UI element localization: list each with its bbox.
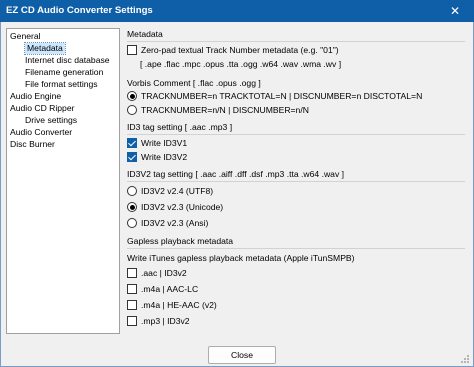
tree-item-file-format-settings[interactable]: File format settings [25,79,98,90]
gapless-section-title: Gapless playback metadata [127,236,234,246]
radio-unselected[interactable] [127,105,137,115]
tree-item-internet-disc-database[interactable]: Internet disc database [25,55,110,66]
gapless-m4a-aaclc-checkbox[interactable]: .m4a | AAC-LC [127,284,198,294]
id3-section-title: ID3 tag setting [ .aac .mp3 ] [127,122,233,132]
gapless-option-label: .m4a | AAC-LC [141,284,199,294]
close-window-icon[interactable]: ✕ [436,0,474,22]
resize-grip-icon[interactable] [460,354,470,364]
id3v2-option-label: ID3V2 v2.4 (UTF8) [141,186,214,196]
write-id3v1-checkbox[interactable]: Write ID3V1 [127,138,187,148]
settings-panel: Metadata Zero-pad textual Track Number m… [125,28,468,334]
id3v2-option-v23-unicode[interactable]: ID3V2 v2.3 (Unicode) [127,202,223,212]
vorbis-option-2-label: TRACKNUMBER=n/N | DISCNUMBER=n/N [141,105,309,115]
gapless-option-label: .m4a | HE-AAC (v2) [141,300,217,310]
gapless-option-label: .aac | ID3v2 [141,268,187,278]
id3v2-section-title: ID3V2 tag setting [ .aac .aiff .dff .dsf… [127,169,345,179]
id3v2-option-label: ID3V2 v2.3 (Ansi) [141,218,209,228]
radio-unselected[interactable] [127,186,137,196]
id3v2-option-label: ID3V2 v2.3 (Unicode) [141,202,224,212]
gapless-mp3-id3v2-checkbox[interactable]: .mp3 | ID3v2 [127,316,190,326]
close-button[interactable]: Close [208,346,276,364]
tree-item-audio-engine[interactable]: Audio Engine [10,91,61,102]
radio-selected[interactable] [127,202,137,212]
checkbox-box[interactable] [127,152,137,162]
window-title: EZ CD Audio Converter Settings [6,5,153,16]
vorbis-option-1-label: TRACKNUMBER=n TRACKTOTAL=N | DISCNUMBER=… [141,91,423,101]
id3v2-option-v23-ansi[interactable]: ID3V2 v2.3 (Ansi) [127,218,208,228]
title-bar: EZ CD Audio Converter Settings ✕ [0,0,474,22]
write-id3v2-checkbox[interactable]: Write ID3V2 [127,152,187,162]
metadata-section-title: Metadata [127,29,163,39]
tree-item-filename-generation[interactable]: Filename generation [25,67,103,78]
checkbox-box[interactable] [127,300,137,310]
divider [127,134,465,135]
vorbis-comment-title: Vorbis Comment [ .flac .opus .ogg ] [127,78,261,88]
tree-item-drive-settings[interactable]: Drive settings [25,115,77,126]
write-id3v1-label: Write ID3V1 [141,138,188,148]
tree-item-general[interactable]: General [10,31,41,42]
gapless-subtitle: Write iTunes gapless playback metadata (… [127,253,355,263]
divider [127,41,465,42]
settings-tree[interactable]: General Metadata Internet disc database … [6,28,120,334]
zero-pad-label: Zero-pad textual Track Number metadata (… [141,45,339,55]
tree-item-metadata[interactable]: Metadata [24,42,66,55]
tree-item-audio-cd-ripper[interactable]: Audio CD Ripper [10,103,74,114]
checkbox-box[interactable] [127,316,137,326]
divider [127,248,465,249]
checkbox-box[interactable] [127,268,137,278]
write-id3v2-label: Write ID3V2 [141,152,188,162]
radio-unselected[interactable] [127,218,137,228]
divider [127,181,465,182]
radio-selected[interactable] [127,91,137,101]
vorbis-option-2[interactable]: TRACKNUMBER=n/N | DISCNUMBER=n/N [127,105,309,115]
checkbox-box[interactable] [127,284,137,294]
vorbis-option-1[interactable]: TRACKNUMBER=n TRACKTOTAL=N | DISCNUMBER=… [127,91,422,101]
zero-pad-checkbox[interactable]: Zero-pad textual Track Number metadata (… [127,45,339,55]
gapless-m4a-heaac-checkbox[interactable]: .m4a | HE-AAC (v2) [127,300,217,310]
gapless-aac-id3v2-checkbox[interactable]: .aac | ID3v2 [127,268,187,278]
checkbox-box[interactable] [127,45,137,55]
checkbox-box[interactable] [127,138,137,148]
gapless-option-label: .mp3 | ID3v2 [141,316,190,326]
formats-note: [ .ape .flac .mpc .opus .tta .ogg .w64 .… [140,59,342,69]
tree-item-disc-burner[interactable]: Disc Burner [10,139,55,150]
tree-item-audio-converter[interactable]: Audio Converter [10,127,72,138]
settings-window: General Metadata Internet disc database … [0,22,474,367]
id3v2-option-v24[interactable]: ID3V2 v2.4 (UTF8) [127,186,213,196]
